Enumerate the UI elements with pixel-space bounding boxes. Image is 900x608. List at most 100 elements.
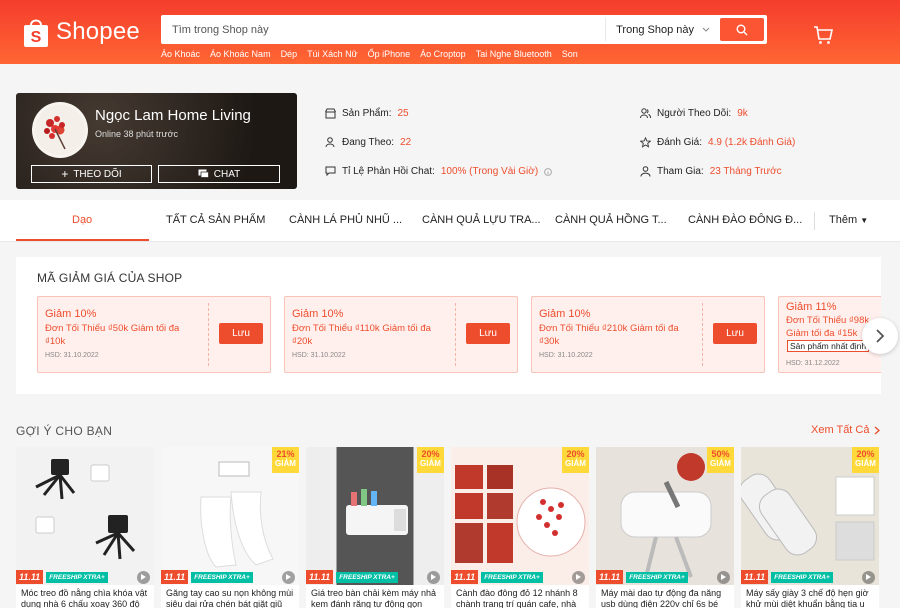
promo-strip: 11.11 FREESHIP XTRA+ <box>16 569 154 585</box>
tab-dao[interactable]: Dạo <box>72 214 92 226</box>
search-scope-select[interactable]: Trong Shop này <box>605 18 720 41</box>
stat-rating-value: 4.9 (1.2k Đánh Giá) <box>708 137 796 148</box>
logo-text: Shopee <box>56 18 140 45</box>
stat-products: Sản Phẩm: 25 <box>325 108 409 119</box>
voucher-expiry: HSD: 31.10.2022 <box>292 352 346 359</box>
product-name: Máy sấy giày 3 chế độ hẹn giờ khử mùi di… <box>746 588 869 608</box>
tab-category[interactable]: CÀNH LÁ PHỦ NHŨ ... <box>289 214 402 226</box>
search-scope-label: Trong Shop này <box>616 23 694 36</box>
search-button[interactable] <box>720 18 764 41</box>
voucher-expiry: HSD: 31.10.2022 <box>539 352 593 359</box>
discount-percent: 21% <box>276 449 295 459</box>
shopee-logo[interactable]: S Shopee <box>22 14 140 50</box>
play-icon <box>282 570 295 584</box>
see-all-link[interactable]: Xem Tất Cả <box>811 424 880 436</box>
info-icon[interactable] <box>544 167 553 176</box>
product-image: 20% GIẢM <box>451 447 589 585</box>
shop-avatar <box>32 102 88 158</box>
recommend-section-title: GỢI Ý CHO BẠN <box>16 424 113 438</box>
search-input[interactable] <box>164 18 606 41</box>
voucher-title: Giảm 10% <box>45 308 97 320</box>
discount-label: GIẢM <box>710 459 731 468</box>
caret-down-icon: ▼ <box>860 216 869 225</box>
search-icon <box>736 24 748 35</box>
play-icon <box>427 570 440 584</box>
shop-online-status: Online 38 phút trước <box>95 129 178 139</box>
users-icon <box>640 108 651 119</box>
discount-badge: 20% GIẢM <box>562 447 589 473</box>
chat-label: CHAT <box>213 168 241 180</box>
voucher-divider <box>702 303 703 366</box>
voucher-expiry: HSD: 31.12.2022 <box>786 360 840 367</box>
discount-badge: 20% GIẢM <box>852 447 879 473</box>
tab-category[interactable]: CÀNH ĐÀO ĐÔNG Đ... <box>688 214 802 226</box>
stat-products-label: Sản Phẩm: <box>342 108 392 119</box>
product-card[interactable]: 11.11 FREESHIP XTRA+ Móc treo đồ nằng ch… <box>16 447 154 608</box>
stat-followers-label: Người Theo Dõi: <box>657 108 732 119</box>
promo-strip: 11.11 FREESHIP XTRA+ <box>596 569 734 585</box>
chat-button[interactable]: CHAT <box>158 165 280 183</box>
stat-followers: Người Theo Dõi: 9k <box>640 108 748 119</box>
chevron-down-icon <box>702 27 710 32</box>
tab-category[interactable]: CÀNH QUẢ LỰU TRA... <box>422 214 541 226</box>
1111-tag: 11.11 <box>741 570 769 584</box>
stat-chat-rate: Tỉ Lệ Phản Hồi Chat: 100% (Trong Vài Giờ) <box>325 166 553 177</box>
cart-icon[interactable] <box>812 24 834 46</box>
1111-tag: 11.11 <box>16 570 44 584</box>
quick-link[interactable]: Túi Xách Nữ <box>307 49 358 59</box>
quick-link[interactable]: Dép <box>281 49 298 59</box>
chat-bubble-icon <box>325 166 336 177</box>
discount-badge: 20% GIẢM <box>417 447 444 473</box>
tab-more[interactable]: Thêm ▼ <box>829 214 868 226</box>
stat-following: Đang Theo: 22 <box>325 137 411 148</box>
discount-badge: 50% GIẢM <box>707 447 734 473</box>
product-name: Cành đào đông đỏ 12 nhánh 8 chành trang … <box>456 588 578 608</box>
stat-joined-label: Tham Gia: <box>657 166 704 177</box>
store-icon <box>325 108 336 119</box>
product-image: 50% GIẢM <box>596 447 734 585</box>
discount-percent: 20% <box>856 449 875 459</box>
stat-joined-value: 23 Tháng Trước <box>709 166 782 177</box>
quick-link[interactable]: Tai Nghe Bluetooth <box>476 49 552 59</box>
voucher-next-button[interactable] <box>862 318 898 354</box>
promo-strip: 11.11 FREESHIP XTRA+ <box>741 569 879 585</box>
follow-label: THEO DÕI <box>73 168 122 180</box>
stat-products-value: 25 <box>397 108 409 119</box>
voucher-title: Giảm 11% <box>786 301 837 313</box>
voucher-section-title: MÃ GIẢM GIÁ CỦA SHOP <box>37 271 183 285</box>
save-voucher-button[interactable]: Lưu <box>219 323 263 344</box>
chevron-right-icon <box>876 329 885 343</box>
product-card[interactable]: 20% GIẢM 11.11 FREESHIP XTRA+ Giá treo b… <box>306 447 444 608</box>
product-card[interactable]: 20% GIẢM 11.11 FREESHIP XTRA+ Máy sấy gi… <box>741 447 879 608</box>
product-image: 21% GIẢM <box>161 447 299 585</box>
product-card[interactable]: 50% GIẢM 11.11 FREESHIP XTRA+ Máy mài da… <box>596 447 734 608</box>
1111-tag: 11.11 <box>306 570 334 584</box>
discount-badge: 21% GIẢM <box>272 447 299 473</box>
save-voucher-button[interactable]: Lưu <box>713 323 757 344</box>
stat-rating: Đánh Giá: 4.9 (1.2k Đánh Giá) <box>640 137 795 148</box>
quick-links: Áo Khoác Áo Khoác Nam Dép Túi Xách Nữ Ốp… <box>161 49 578 59</box>
quick-link[interactable]: Son <box>562 49 578 59</box>
quick-link[interactable]: Áo Khoác Nam <box>210 49 271 59</box>
svg-text:S: S <box>31 29 42 46</box>
follow-button[interactable]: + THEO DÕI <box>31 165 152 183</box>
promo-strip: 11.11 FREESHIP XTRA+ <box>306 569 444 585</box>
product-name: Giá treo bàn chải kèm máy nhả kem đánh r… <box>311 588 437 608</box>
1111-tag: 11.11 <box>451 570 479 584</box>
save-voucher-button[interactable]: Lưu <box>466 323 510 344</box>
quick-link[interactable]: Ốp iPhone <box>368 49 411 59</box>
voucher-title: Giảm 10% <box>292 308 344 320</box>
shop-category-tabs: Dạo TẤT CẢ SẢN PHẨM CÀNH LÁ PHỦ NHŨ ... … <box>0 200 900 242</box>
product-card[interactable]: 21% GIẢM 11.11 FREESHIP XTRA+ Găng tay c… <box>161 447 299 608</box>
tab-category[interactable]: CÀNH QUẢ HỒNG T... <box>555 214 667 226</box>
freeship-tag: FREESHIP XTRA+ <box>481 571 543 583</box>
promo-strip: 11.11 FREESHIP XTRA+ <box>451 569 589 585</box>
shop-vouchers: MÃ GIẢM GIÁ CỦA SHOP Giảm 10% Đơn Tối Th… <box>16 257 881 394</box>
quick-link[interactable]: Áo Khoác <box>161 49 200 59</box>
play-icon <box>717 570 730 584</box>
product-name: Găng tay cao su nọn không mùi siêu dai r… <box>166 588 294 608</box>
product-card[interactable]: 20% GIẢM 11.11 FREESHIP XTRA+ Cành đào đ… <box>451 447 589 608</box>
quick-link[interactable]: Áo Croptop <box>420 49 466 59</box>
voucher-card: Giảm 10% Đơn Tối Thiểu ₫110k Giảm tối đa… <box>284 296 518 373</box>
tab-all-products[interactable]: TẤT CẢ SẢN PHẨM <box>166 214 265 226</box>
